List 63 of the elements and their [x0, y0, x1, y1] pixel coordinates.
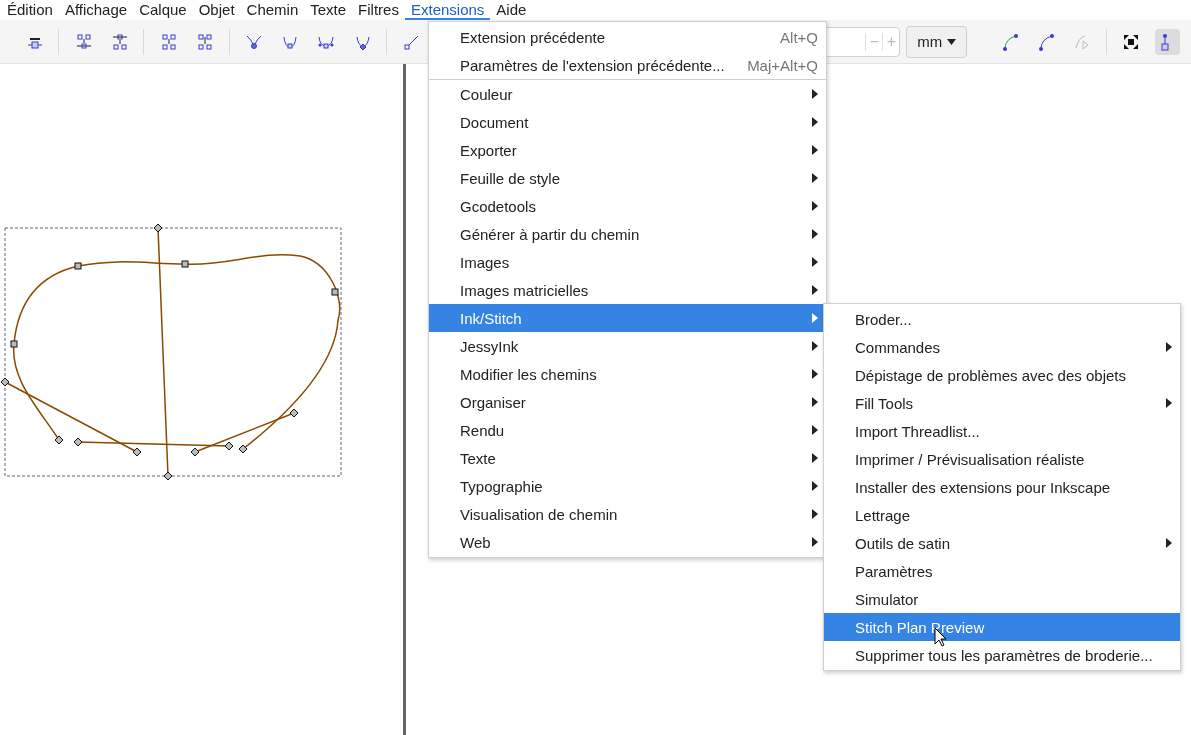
menu-item[interactable]: Paramètres [824, 557, 1180, 585]
menu-item[interactable]: Images [429, 248, 826, 276]
menu-item[interactable]: Typographie [429, 472, 826, 500]
menu-title[interactable]: Affichage [58, 0, 134, 20]
menu-item[interactable]: Commandes [824, 333, 1180, 361]
menu-title[interactable]: Filtres [352, 0, 405, 20]
menu-item[interactable]: Organiser [429, 388, 826, 416]
menu-item[interactable]: JessyInk [429, 332, 826, 360]
submenu-arrow-icon [1166, 398, 1172, 408]
menu-item[interactable]: Supprimer tous les paramètres de broderie... [824, 641, 1180, 669]
menu-title[interactable]: Calque [133, 0, 193, 20]
submenu-arrow-icon [812, 369, 818, 379]
submenu-arrow-icon [812, 257, 818, 267]
menu-item[interactable]: Rendu [429, 416, 826, 444]
menu-title[interactable]: Édition [1, 0, 59, 20]
menu-item[interactable]: Import Threadlist... [824, 417, 1180, 445]
submenu-arrow-icon [812, 117, 818, 127]
menu-item[interactable]: Installer des extensions pour Inkscape [824, 473, 1180, 501]
menu-item[interactable]: Outils de satin [824, 529, 1180, 557]
menu-item[interactable]: Images matricielles [429, 276, 826, 304]
menu-title[interactable]: Texte [304, 0, 353, 20]
submenu-arrow-icon [812, 425, 818, 435]
submenu-arrow-icon [812, 453, 818, 463]
submenu-arrow-icon [812, 145, 818, 155]
menu-item[interactable]: Imprimer / Prévisualisation réaliste [824, 445, 1180, 473]
shortcut-label: Maj+Alt+Q [747, 56, 818, 74]
menu-item[interactable]: Stitch Plan Preview [824, 613, 1180, 641]
submenu-arrow-icon [812, 201, 818, 211]
node-handle-icon[interactable] [1154, 28, 1180, 55]
submenu-arrow-icon [812, 341, 818, 351]
menu-item[interactable]: Document [429, 108, 826, 136]
submenu-arrow-icon [812, 173, 818, 183]
caret-icon [947, 38, 957, 45]
submenu-arrow-icon [812, 229, 818, 239]
menu-item[interactable]: Broder... [824, 305, 1180, 333]
menu-item[interactable]: Visualisation de chemin [429, 500, 826, 528]
menu-title[interactable]: Aide [490, 0, 533, 20]
menu-item[interactable]: Modifier les chemins [429, 360, 826, 388]
submenu-arrow-icon [812, 285, 818, 295]
menu-item[interactable]: Exporter [429, 136, 826, 164]
menu-item[interactable]: Paramètres de l'extension précédente... Maj+Alt+Q [429, 51, 826, 80]
submenu-arrow-icon [812, 313, 818, 323]
submenu-arrow-icon [1166, 538, 1172, 548]
submenu-arrow-icon [1166, 342, 1172, 352]
menu-item[interactable]: Simulator [824, 585, 1180, 613]
submenu-arrow-icon [812, 509, 818, 519]
menu-item[interactable]: Web [429, 528, 826, 556]
menu-title[interactable]: Chemin [240, 0, 305, 20]
menu-item[interactable]: Générer à partir du chemin [429, 220, 826, 248]
submenu-arrow-icon [812, 537, 818, 547]
menu-item[interactable]: Couleur [429, 80, 826, 108]
menu-item[interactable]: Texte [429, 444, 826, 472]
menu-item[interactable]: Dépistage de problèmes avec des objets [824, 361, 1180, 389]
submenu-arrow-icon [812, 397, 818, 407]
menu-item[interactable]: Lettrage [824, 501, 1180, 529]
submenu-arrow-icon [812, 481, 818, 491]
menu-item[interactable]: Fill Tools [824, 389, 1180, 417]
menu-item[interactable]: Gcodetools [429, 192, 826, 220]
menu-item[interactable]: Ink/Stitch [429, 304, 826, 332]
menu-item[interactable]: Feuille de style [429, 164, 826, 192]
unit-dropdown[interactable]: mm [906, 25, 968, 58]
submenu-arrow-icon [812, 89, 818, 99]
menu-title[interactable]: Objet [192, 0, 241, 20]
